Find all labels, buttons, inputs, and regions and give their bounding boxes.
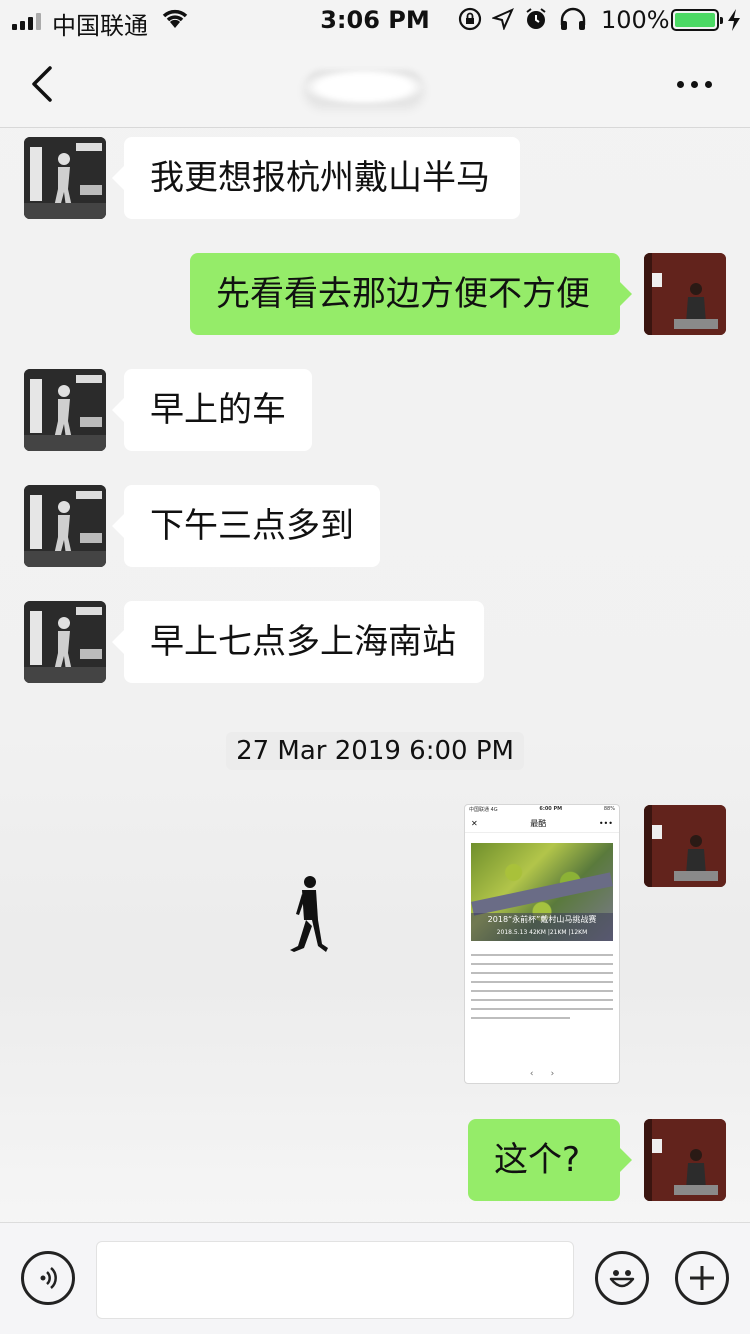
- battery-icon: [671, 9, 723, 31]
- voice-button[interactable]: [21, 1251, 75, 1305]
- message-bubble-sent[interactable]: 这个?: [468, 1119, 632, 1201]
- avatar-image: [24, 137, 106, 219]
- emoji-icon: [609, 1270, 635, 1288]
- chat-header: [0, 40, 750, 128]
- thumb-banner-title: 2018“永前杯”戴村山马挑战赛: [487, 915, 597, 924]
- my-avatar[interactable]: [644, 253, 726, 335]
- headphones-icon: [560, 7, 586, 30]
- message-input[interactable]: [96, 1241, 574, 1319]
- my-avatar[interactable]: [644, 1119, 726, 1201]
- contact-avatar[interactable]: [24, 485, 106, 567]
- background-figure: [290, 876, 328, 952]
- my-avatar[interactable]: [644, 805, 726, 887]
- background-scene: [0, 880, 750, 1240]
- thumb-article-text: [465, 941, 619, 1019]
- thumb-banner-photo: 2018“永前杯”戴村山马挑战赛 2018.5.13 42KM |21KM |1…: [471, 843, 613, 941]
- message-bubble-received[interactable]: 我更想报杭州戴山半马: [112, 137, 520, 219]
- plus-icon: [690, 1266, 714, 1290]
- contact-avatar[interactable]: [24, 601, 106, 683]
- status-bar: 中国联通 3:06 PM 100%: [0, 0, 750, 40]
- thumb-nav-arrows: ‹ ›: [529, 1069, 555, 1079]
- thumb-carrier: 中国联通 4G: [469, 807, 498, 813]
- thumb-header: ✕ 最酷 •••: [465, 815, 619, 833]
- chevron-left-icon: [32, 66, 52, 102]
- avatar-image: [644, 253, 726, 335]
- image-message[interactable]: 中国联通 4G 6:00 PM 88% ✕ 最酷 ••• 2018“永前杯”戴村…: [464, 804, 620, 1084]
- thumb-banner-caption: 2018“永前杯”戴村山马挑战赛 2018.5.13 42KM |21KM |1…: [471, 913, 613, 941]
- contact-avatar[interactable]: [24, 369, 106, 451]
- alarm-icon: [526, 8, 546, 29]
- charging-icon: [728, 9, 740, 31]
- thumb-banner-subtitle: 2018.5.13 42KM |21KM |12KM: [496, 929, 588, 936]
- avatar-image: [644, 805, 726, 887]
- contact-avatar[interactable]: [24, 137, 106, 219]
- voice-icon: [40, 1267, 57, 1289]
- back-button[interactable]: [28, 64, 58, 104]
- avatar-image: [24, 369, 106, 451]
- thumb-status-bar: 中国联通 4G 6:00 PM 88%: [465, 805, 619, 815]
- thumb-time: 6:00 PM: [539, 806, 563, 812]
- thumb-title: 最酷: [530, 819, 547, 828]
- message-bubble-received[interactable]: 下午三点多到: [112, 485, 380, 567]
- message-bubble-sent[interactable]: 先看看去那边方便不方便: [190, 253, 632, 335]
- more-actions-button[interactable]: [675, 1251, 729, 1305]
- battery-percent: 100%: [601, 6, 670, 34]
- avatar-image: [24, 485, 106, 567]
- avatar-image: [644, 1119, 726, 1201]
- more-button[interactable]: [672, 70, 716, 98]
- emoji-button[interactable]: [595, 1251, 649, 1305]
- thumb-battery: 88%: [603, 806, 615, 812]
- more-dots-icon: •••: [598, 819, 613, 828]
- message-bubble-received[interactable]: 早上的车: [112, 369, 312, 451]
- contact-name-redacted: [305, 70, 423, 104]
- input-bar: [0, 1222, 750, 1334]
- battery-fill: [675, 13, 715, 27]
- location-icon: [492, 8, 514, 30]
- rotation-lock-icon: [458, 7, 482, 31]
- avatar-image: [24, 601, 106, 683]
- message-timestamp: 27 Mar 2019 6:00 PM: [226, 732, 524, 770]
- close-icon: ✕: [471, 819, 478, 828]
- message-bubble-received[interactable]: 早上七点多上海南站: [112, 601, 484, 683]
- more-dots-icon: [676, 80, 684, 88]
